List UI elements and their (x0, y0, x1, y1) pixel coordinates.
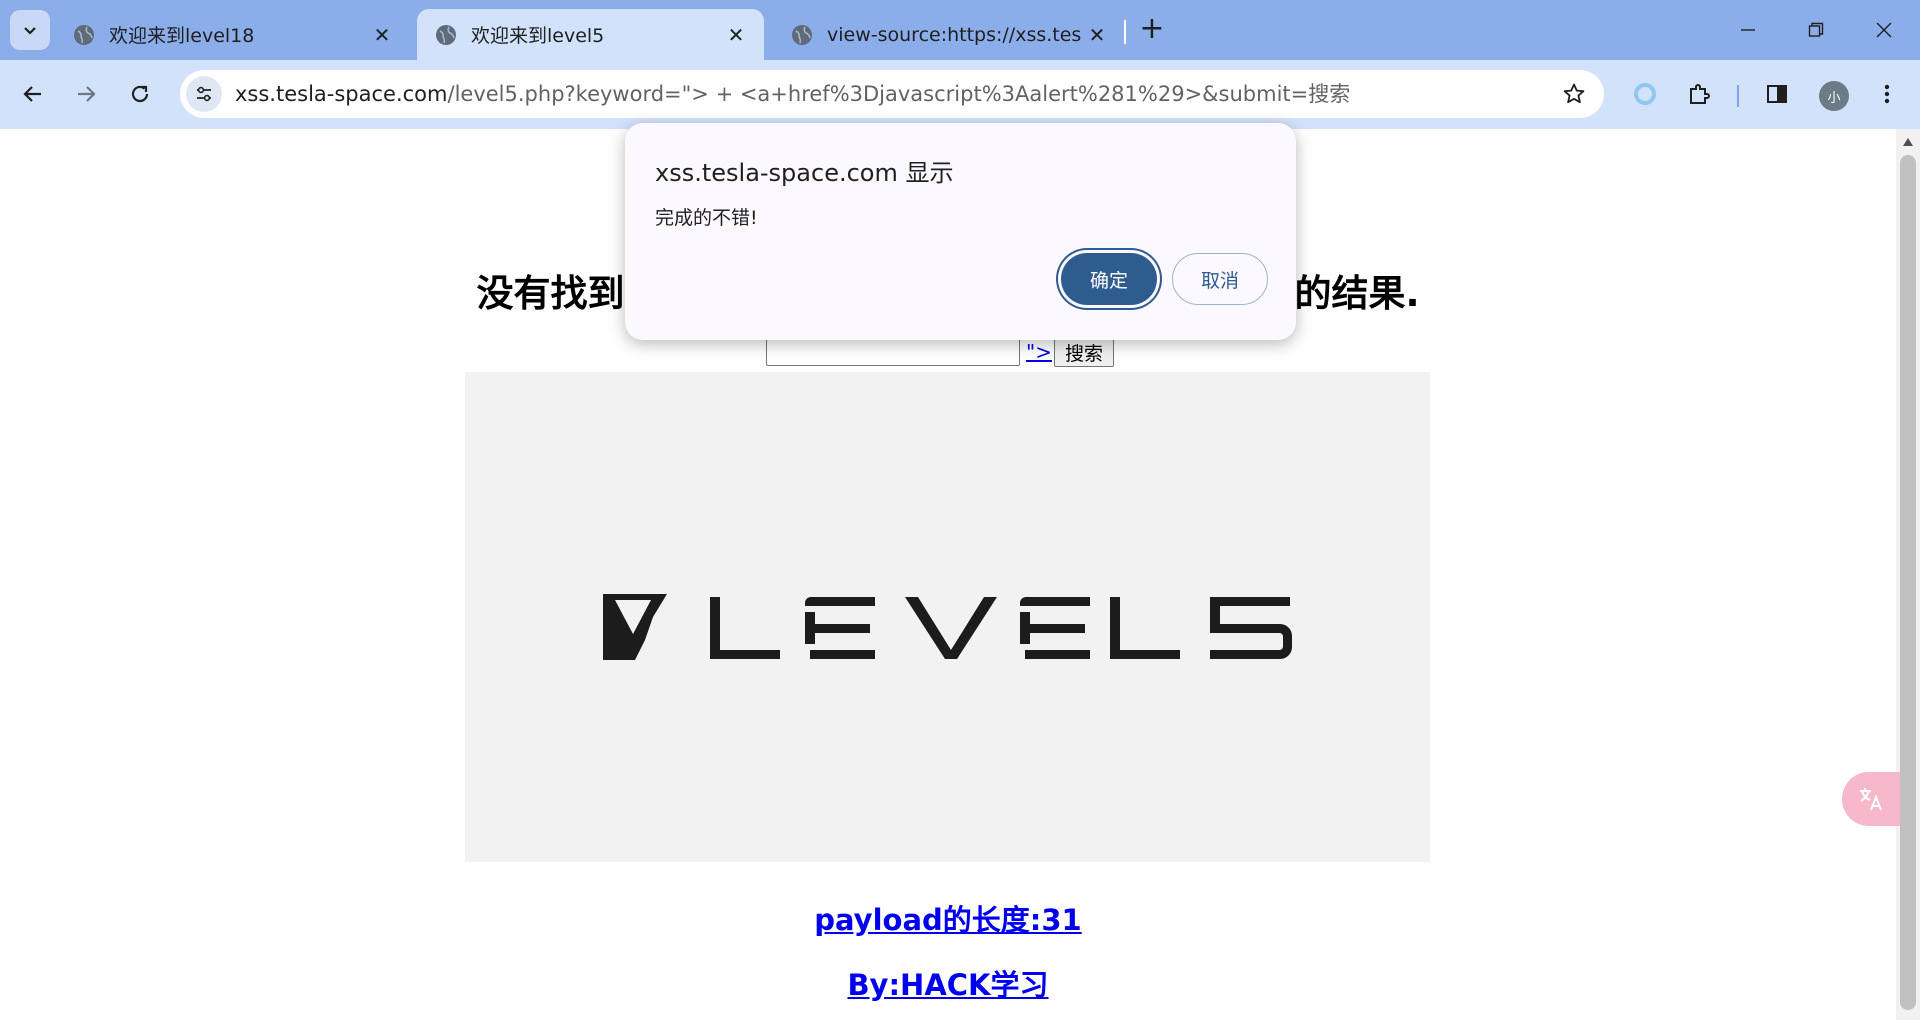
browser-toolbar: xss.tesla-space.com/level5.php?keyword="… (0, 60, 1920, 129)
puzzle-icon (1690, 84, 1710, 104)
tab-level5[interactable]: 欢迎来到level5 ✕ (417, 9, 764, 60)
chevron-down-icon (24, 27, 36, 35)
reload-button[interactable] (120, 74, 160, 114)
bookmark-button[interactable] (1558, 78, 1590, 110)
translate-icon (1860, 788, 1882, 811)
tab-search-button[interactable] (10, 10, 50, 50)
address-bar[interactable]: xss.tesla-space.com/level5.php?keyword="… (180, 70, 1604, 118)
new-tab-button[interactable]: + (1135, 13, 1169, 47)
cancel-button[interactable]: 取消 (1172, 253, 1268, 305)
ring-icon (1634, 83, 1656, 105)
tune-icon (197, 86, 211, 102)
tab-title: 欢迎来到level18 (109, 25, 255, 47)
search-button[interactable]: 搜索 (1053, 337, 1114, 367)
heading-left: 没有找到 (476, 272, 625, 315)
scroll-up-arrow[interactable] (1896, 135, 1920, 149)
search-input[interactable] (766, 338, 1020, 366)
url-text: xss.tesla-space.com/level5.php?keyword="… (235, 70, 1350, 118)
alert-dialog: xss.tesla-space.com 显示 完成的不错! 确定 取消 (625, 123, 1296, 340)
heading-right: 的结果. (1294, 272, 1420, 315)
forward-arrow-icon (78, 86, 96, 102)
scroll-thumb[interactable] (1900, 155, 1916, 1010)
extension-ring-button[interactable] (1625, 74, 1665, 114)
tab-title: 欢迎来到level5 (471, 25, 605, 47)
avatar[interactable]: 小 (1819, 81, 1849, 111)
tab-level18[interactable]: 欢迎来到level18 ✕ (55, 9, 410, 60)
site-info-button[interactable] (186, 76, 222, 112)
globe-icon (74, 24, 94, 45)
toolbar-divider (1737, 85, 1739, 107)
minimize-icon (1741, 29, 1755, 31)
forward-button[interactable] (66, 74, 106, 114)
payload-length-link[interactable]: payload的长度:31 (814, 903, 1082, 937)
restore-button[interactable] (1796, 10, 1836, 50)
globe-icon (436, 24, 456, 45)
back-button[interactable] (13, 74, 53, 114)
tab-title: view-source:https://xss.tesla- (827, 23, 1083, 46)
minimize-button[interactable] (1728, 10, 1768, 50)
close-icon[interactable]: ✕ (368, 21, 396, 49)
byline-line: By:HACK学习 (0, 962, 1896, 1004)
close-icon[interactable]: ✕ (722, 21, 750, 49)
level5-logo (603, 594, 1292, 660)
vertical-scrollbar[interactable] (1896, 129, 1920, 1020)
restore-icon (1808, 22, 1824, 37)
tab-view-source[interactable]: view-source:https://xss.tesla- ✕ (773, 9, 1125, 60)
globe-icon (792, 24, 812, 45)
triangle-up-icon (1903, 138, 1913, 146)
injected-link[interactable]: "> (1026, 340, 1052, 364)
level-banner-image (465, 372, 1430, 862)
menu-button[interactable] (1867, 74, 1907, 114)
side-panel-button[interactable] (1757, 74, 1797, 114)
dialog-title: xss.tesla-space.com 显示 (655, 159, 954, 187)
side-panel-icon (1767, 85, 1787, 103)
byline-link[interactable]: By:HACK学习 (847, 968, 1048, 1002)
tab-separator (1124, 20, 1126, 44)
search-form: "> 搜索 (766, 336, 1114, 368)
extensions-button[interactable] (1679, 74, 1719, 114)
translate-button[interactable] (1842, 772, 1900, 826)
close-icon[interactable]: ✕ (1083, 21, 1111, 49)
back-arrow-icon (23, 86, 41, 102)
url-path: /level5.php?keyword="> + <a+href%3Djavas… (447, 82, 1351, 106)
ok-button[interactable]: 确定 (1061, 253, 1157, 305)
close-window-button[interactable] (1864, 10, 1904, 50)
close-icon (1876, 22, 1892, 38)
url-host: xss.tesla-space.com (235, 82, 448, 106)
more-vert-icon (1884, 84, 1890, 104)
payload-length-line: payload的长度:31 (0, 897, 1896, 939)
star-icon (1563, 83, 1585, 104)
tab-strip: 欢迎来到level18 ✕ 欢迎来到level5 ✕ view-source:h… (0, 0, 1920, 60)
dialog-message: 完成的不错! (655, 207, 758, 229)
reload-icon (131, 85, 149, 103)
